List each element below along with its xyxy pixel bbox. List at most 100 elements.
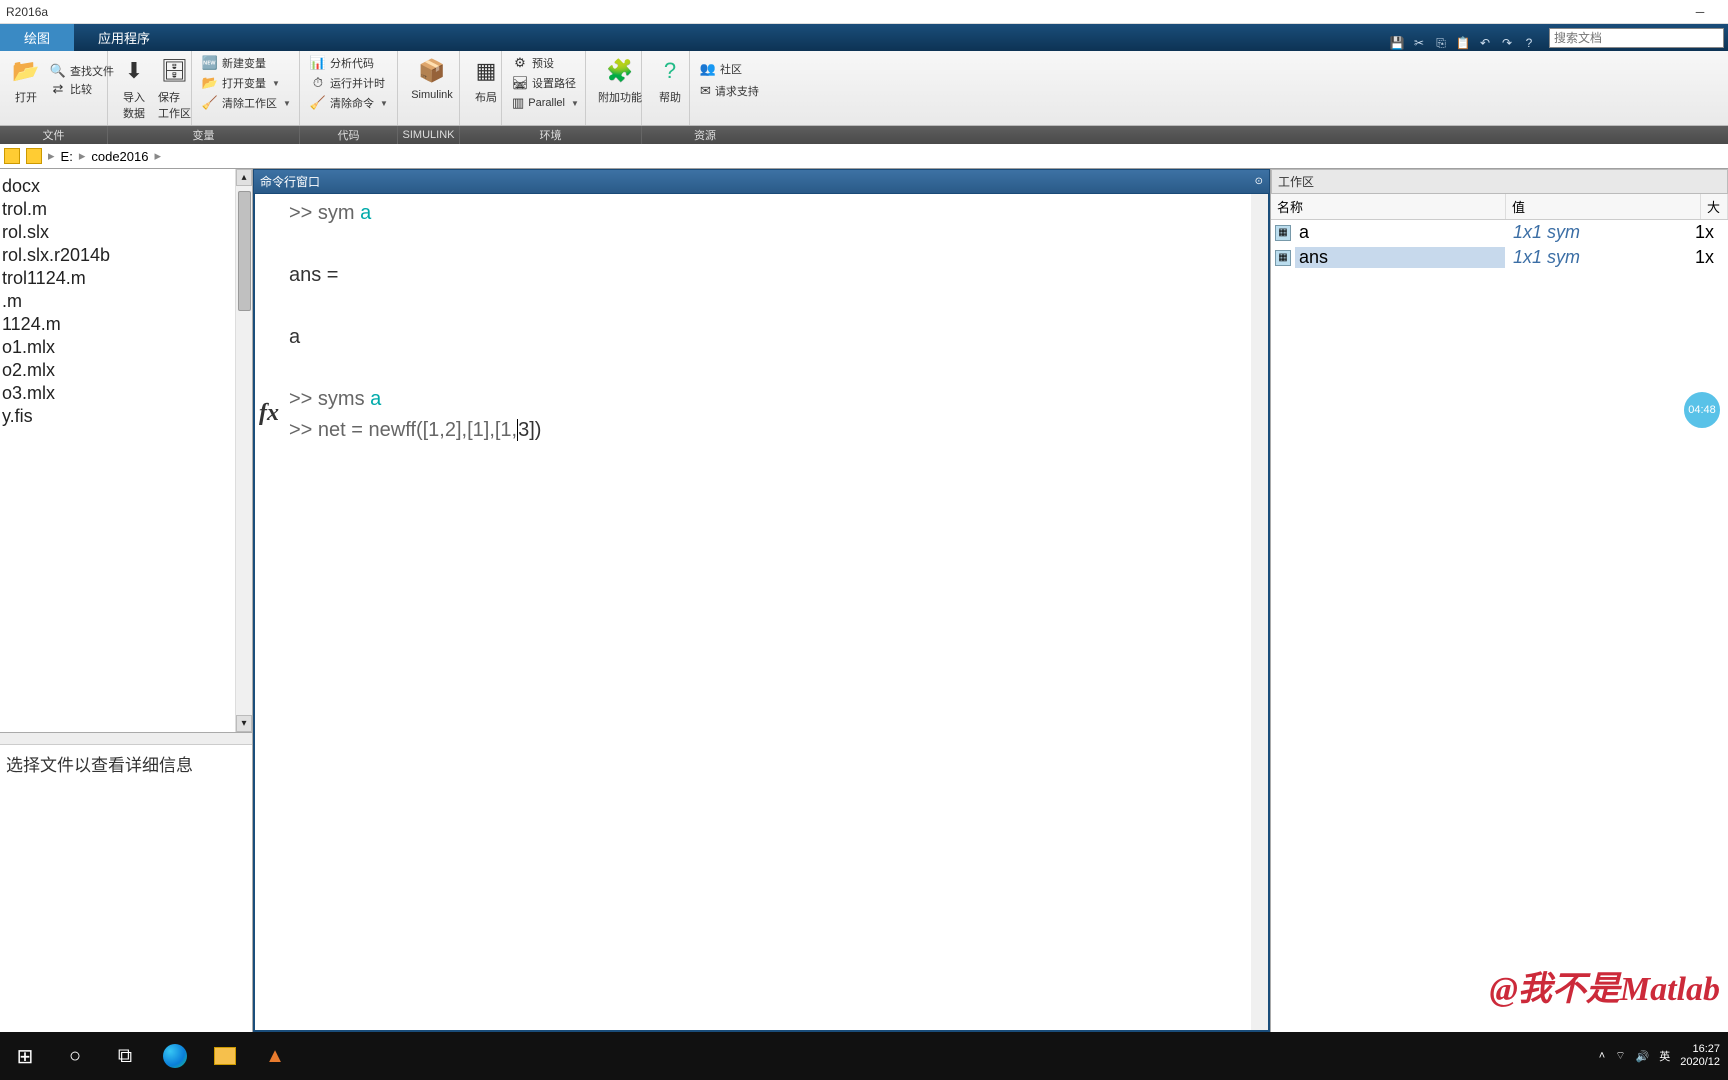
matlab-icon: ▲ xyxy=(264,1045,286,1067)
help-button[interactable]: ? 帮助 xyxy=(652,55,688,105)
run-and-time-button[interactable]: ⏱运行并计时 xyxy=(310,75,387,91)
breadcrumb-drive[interactable]: E: xyxy=(61,149,73,164)
clear-commands-button[interactable]: 🧹清除命令▼ xyxy=(310,95,387,111)
search-input[interactable] xyxy=(1549,28,1724,48)
compare-icon: ⇄ xyxy=(50,81,66,97)
import-data-button[interactable]: ⬇ 导入 数据 xyxy=(118,55,150,121)
system-tray: ˄ ⌔ 🔊 英 16:27 2020/12 xyxy=(1591,1043,1728,1069)
breadcrumb-folder[interactable]: code2016 xyxy=(91,149,148,164)
workspace-title: 工作区 xyxy=(1271,169,1728,194)
file-item[interactable]: o3.mlx xyxy=(0,382,248,405)
group-label-res: 资源 xyxy=(642,126,768,144)
tab-plot[interactable]: 绘图 xyxy=(0,24,74,51)
cortana-button[interactable]: ○ xyxy=(50,1032,100,1080)
file-item[interactable]: .m xyxy=(0,290,248,313)
request-support-button[interactable]: ✉请求支持 xyxy=(700,83,758,99)
addons-icon: 🧩 xyxy=(604,55,636,87)
open-button[interactable]: 📂 打开 xyxy=(10,55,42,105)
workspace-columns: 名称 值 大 xyxy=(1271,194,1728,220)
address-bar[interactable]: ▸ E: ▸ code2016 ▸ xyxy=(0,144,1728,169)
layout-icon: ▦ xyxy=(470,55,502,87)
undo-icon[interactable]: ↶ xyxy=(1477,35,1493,51)
preferences-button[interactable]: ⚙预设 xyxy=(512,55,575,71)
window-title: R2016a xyxy=(6,5,1678,19)
analyze-code-button[interactable]: 📊分析代码 xyxy=(310,55,387,71)
scroll-up-icon[interactable]: ▴ xyxy=(236,169,252,186)
file-item[interactable]: o1.mlx xyxy=(0,336,248,359)
paste-icon[interactable]: 📋 xyxy=(1455,35,1471,51)
main-area: docx trol.m rol.slx rol.slx.r2014b trol1… xyxy=(0,169,1728,1032)
help-icon[interactable]: ? xyxy=(1521,35,1537,51)
import-icon: ⬇ xyxy=(118,55,150,87)
col-name[interactable]: 名称 xyxy=(1271,194,1506,219)
detail-message: 选择文件以查看详细信息 xyxy=(6,751,246,776)
ribbon-tabs: 绘图 应用程序 💾 ✂ ⎘ 📋 ↶ ↷ ? xyxy=(0,24,1728,51)
command-window[interactable]: >> sym a ans = a >> syms a >> net = newf… xyxy=(253,194,1270,1032)
explorer-button[interactable] xyxy=(200,1032,250,1080)
file-item[interactable]: trol.m xyxy=(0,198,248,221)
volume-icon[interactable]: 🔊 xyxy=(1636,1050,1650,1063)
community-button[interactable]: 👥社区 xyxy=(700,61,758,77)
tab-apps[interactable]: 应用程序 xyxy=(74,24,174,51)
scrollbar[interactable]: ▴ ▾ xyxy=(235,169,252,732)
gear-icon: ⚙ xyxy=(512,55,528,71)
folder-icon xyxy=(214,1047,236,1065)
chevron-right-icon: ▸ xyxy=(79,148,86,164)
file-item[interactable]: o2.mlx xyxy=(0,359,248,382)
redo-icon[interactable]: ↷ xyxy=(1499,35,1515,51)
analyze-icon: 📊 xyxy=(310,55,326,71)
scroll-thumb[interactable] xyxy=(238,191,251,311)
file-item[interactable]: docx xyxy=(0,175,248,198)
compare-button[interactable]: ⇄比较 xyxy=(50,81,114,97)
ribbon-toolbar: 📂 打开 🔍查找文件 ⇄比较 ⬇ 导入 数据 🗄 保存 工作区 🆕新建变量 📂打… xyxy=(0,51,1728,126)
new-var-icon: 🆕 xyxy=(202,55,218,71)
save-workspace-button[interactable]: 🗄 保存 工作区 xyxy=(158,55,191,121)
clock[interactable]: 16:27 2020/12 xyxy=(1680,1043,1720,1069)
windows-taskbar: ⊞ ○ ⧉ ▲ ˄ ⌔ 🔊 英 16:27 2020/12 xyxy=(0,1032,1728,1080)
folder-icon xyxy=(4,148,20,164)
col-value[interactable]: 值 xyxy=(1506,194,1701,219)
tray-chevron-icon[interactable]: ˄ xyxy=(1599,1050,1605,1062)
parallel-button[interactable]: ▥Parallel▼ xyxy=(512,95,575,111)
edge-icon xyxy=(163,1044,187,1068)
start-button[interactable]: ⊞ xyxy=(0,1032,50,1080)
scroll-down-icon[interactable]: ▾ xyxy=(236,715,252,732)
current-folder-panel: docx trol.m rol.slx rol.slx.r2014b trol1… xyxy=(0,169,253,1032)
edge-button[interactable] xyxy=(150,1032,200,1080)
file-item[interactable]: 1124.m xyxy=(0,313,248,336)
workspace-variable[interactable]: ▦ a 1x1 sym 1x xyxy=(1271,220,1728,245)
file-item[interactable]: trol1124.m xyxy=(0,267,248,290)
col-size[interactable]: 大 xyxy=(1701,194,1728,219)
variable-icon: ▦ xyxy=(1275,225,1291,241)
fx-icon[interactable]: fx xyxy=(259,400,279,427)
layout-button[interactable]: ▦ 布局 xyxy=(470,55,502,105)
minimize-button[interactable]: ─ xyxy=(1678,0,1722,24)
cut-icon[interactable]: ✂ xyxy=(1411,35,1427,51)
quick-access-toolbar: 💾 ✂ ⎘ 📋 ↶ ↷ ? xyxy=(1381,35,1545,51)
file-item[interactable]: rol.slx.r2014b xyxy=(0,244,248,267)
find-files-button[interactable]: 🔍查找文件 xyxy=(50,63,114,79)
clear-workspace-button[interactable]: 🧹清除工作区▼ xyxy=(202,95,289,111)
wifi-icon[interactable]: ⌔ xyxy=(1615,1049,1625,1063)
group-label-code: 代码 xyxy=(300,126,398,144)
addons-button[interactable]: 🧩 附加功能 xyxy=(596,55,644,105)
command-window-panel: 命令行窗口 ⊙ >> sym a ans = a >> syms a >> ne… xyxy=(253,169,1271,1032)
ime-indicator[interactable]: 英 xyxy=(1659,1048,1670,1064)
set-path-button[interactable]: 🛤设置路径 xyxy=(512,75,575,91)
open-variable-button[interactable]: 📂打开变量▼ xyxy=(202,75,289,91)
save-ws-icon: 🗄 xyxy=(159,55,191,87)
help-large-icon: ? xyxy=(654,55,686,87)
simulink-button[interactable]: 📦 Simulink xyxy=(408,55,456,101)
file-item[interactable]: rol.slx xyxy=(0,221,248,244)
save-icon[interactable]: 💾 xyxy=(1389,35,1405,51)
task-view-button[interactable]: ⧉ xyxy=(100,1032,150,1080)
workspace-variable[interactable]: ▦ ans 1x1 sym 1x xyxy=(1271,245,1728,270)
detail-drag-handle[interactable] xyxy=(0,733,252,745)
new-variable-button[interactable]: 🆕新建变量 xyxy=(202,55,289,71)
file-item[interactable]: y.fis xyxy=(0,405,248,428)
timer-icon: ⏱ xyxy=(310,75,326,91)
panel-menu-icon[interactable]: ⊙ xyxy=(1255,176,1263,187)
scrollbar[interactable] xyxy=(1251,194,1268,1030)
copy-icon[interactable]: ⎘ xyxy=(1433,35,1449,51)
matlab-taskbar-button[interactable]: ▲ xyxy=(250,1032,300,1080)
